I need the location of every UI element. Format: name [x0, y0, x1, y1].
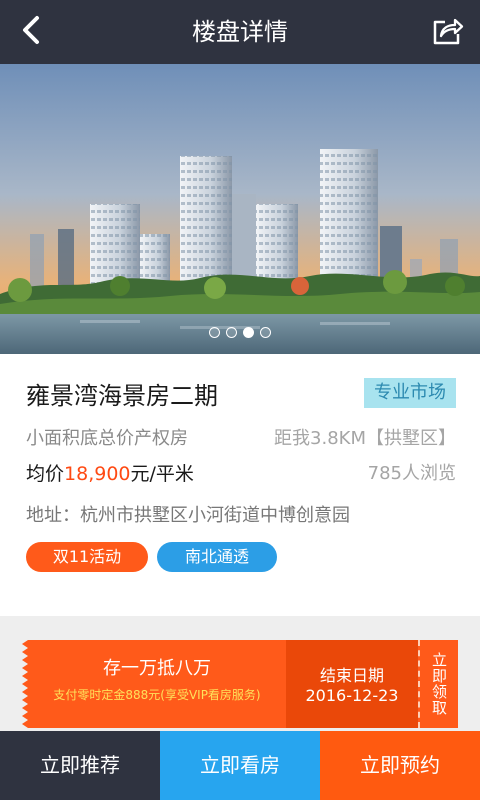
end-date-value: 2016-12-23 [305, 686, 399, 705]
share-button[interactable] [426, 10, 470, 54]
market-tag: 专业市场 [364, 378, 456, 408]
carousel-indicator [0, 327, 480, 338]
end-date-label: 结束日期 [319, 666, 384, 685]
property-address: 地址：杭州市拱墅区小河街道中博创意园 [26, 505, 350, 526]
coupon-end-date: 结束日期 2016-12-23 [286, 640, 418, 728]
property-image-carousel[interactable] [0, 64, 480, 354]
coupon-description: 支付零时定金888元(享受VIP看房服务) [53, 688, 261, 702]
promotion-section: 存一万抵八万 支付零时定金888元(享受VIP看房服务) 结束日期 2016-1… [0, 616, 480, 731]
price-value: 18,900 [64, 463, 131, 485]
carousel-dot[interactable] [226, 327, 237, 338]
property-photo [0, 64, 480, 354]
bottom-action-bar: 立即推荐 立即看房 立即预约 [0, 731, 480, 800]
carousel-dot[interactable] [260, 327, 271, 338]
activity-tag: 双11活动 [26, 542, 148, 572]
feature-tag: 南北通透 [157, 542, 277, 572]
distance-label: 距我3.8KM【拱墅区】 [274, 428, 456, 449]
property-name: 雍景湾海景房二期 [26, 382, 218, 410]
price-prefix: 均价 [26, 463, 65, 485]
coupon-card: 存一万抵八万 支付零时定金888元(享受VIP看房服务) 结束日期 2016-1… [22, 640, 458, 728]
recommend-button[interactable]: 立即推荐 [0, 731, 160, 800]
price-unit: 元/平米 [130, 463, 194, 485]
visit-button[interactable]: 立即看房 [160, 731, 320, 800]
page-title: 楼盘详情 [192, 18, 288, 46]
book-button[interactable]: 立即预约 [320, 731, 480, 800]
property-info-section: 雍景湾海景房二期 专业市场 小面积底总价产权房 距我3.8KM【拱墅区】 均价1… [0, 354, 480, 616]
view-count: 785人浏览 [367, 463, 456, 484]
property-subtitle: 小面积底总价产权房 [26, 428, 188, 449]
coupon-main: 存一万抵八万 支付零时定金888元(享受VIP看房服务) [22, 640, 286, 728]
carousel-dot[interactable] [209, 327, 220, 338]
claim-coupon-button[interactable]: 立即领取 [418, 640, 458, 728]
share-icon [431, 14, 465, 50]
coupon-title: 存一万抵八万 [103, 658, 211, 679]
average-price: 均价18,900元/平米 [26, 459, 194, 486]
top-nav-bar: 楼盘详情 [0, 0, 480, 64]
carousel-dot-active[interactable] [243, 327, 254, 338]
